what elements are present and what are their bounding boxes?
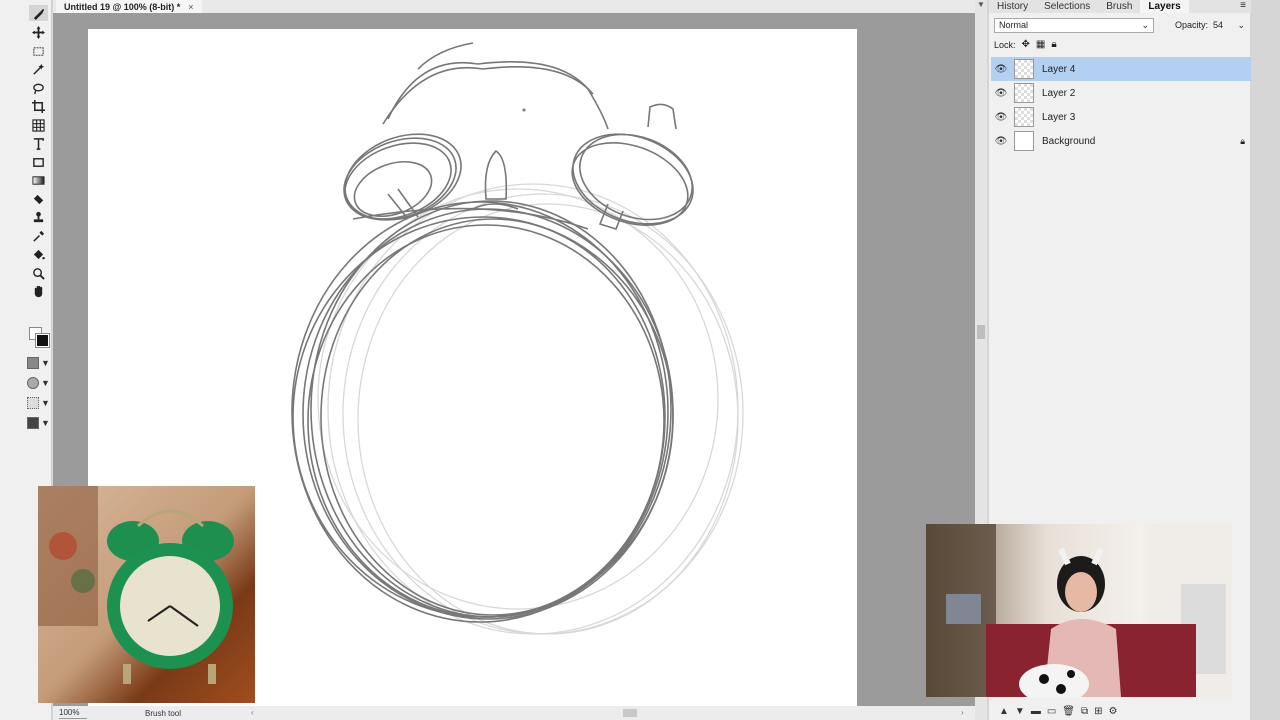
foreground-color-swatch[interactable] [35, 333, 50, 348]
close-icon[interactable]: × [188, 2, 193, 12]
stamp-tool-icon[interactable] [29, 209, 48, 225]
brush-tool-icon[interactable] [29, 5, 48, 21]
move-down-icon[interactable]: ▼ [1015, 706, 1025, 717]
layer-row[interactable]: 👁︎ Background 🔒︎ [991, 129, 1251, 153]
scrollbar-thumb[interactable] [977, 325, 985, 339]
brush-preset-swatch [27, 357, 39, 369]
move-up-icon[interactable]: ▲ [999, 706, 1009, 717]
layer-row[interactable]: 👁︎ Layer 2 [991, 81, 1251, 105]
duplicate-layer-icon[interactable]: ⧉ [1081, 706, 1088, 717]
new-layer-icon[interactable]: ▭ [1047, 706, 1056, 717]
layer-name: Layer 3 [1042, 111, 1076, 123]
eyedropper-tool-icon[interactable] [29, 228, 48, 244]
hand-tool-icon[interactable] [29, 283, 48, 299]
lock-pixels-icon[interactable]: ▦ [1036, 39, 1045, 50]
layers-list: 👁︎ Layer 4 👁︎ Layer 2 👁︎ Layer 3 👁︎ Back… [991, 57, 1251, 153]
blend-mode-select[interactable]: Normal ⌄ [994, 18, 1154, 33]
opacity-label: Opacity: [1175, 20, 1209, 30]
opacity-value: 54 [1213, 20, 1224, 30]
visibility-eye-icon[interactable]: 👁︎ [991, 112, 1011, 123]
tab-brush[interactable]: Brush [1098, 0, 1140, 13]
lock-all-icon[interactable]: 🔒︎ [1051, 39, 1056, 50]
layer-row[interactable]: 👁︎ Layer 3 [991, 105, 1251, 129]
visibility-eye-icon[interactable]: 👁︎ [991, 64, 1011, 75]
zoom-tool-icon[interactable] [29, 265, 48, 281]
grid-tool-icon[interactable] [29, 117, 48, 133]
webcam-feed [926, 524, 1232, 697]
layer-thumbnail [1014, 107, 1034, 127]
brush-preset-option[interactable]: ▼ [27, 356, 51, 370]
eraser-tool-icon[interactable] [29, 191, 48, 207]
chevron-down-icon: ▼ [41, 418, 50, 428]
layer-name: Layer 4 [1042, 63, 1076, 75]
webcam-scene-graphic [926, 524, 1232, 697]
panel-footer: ▲ ▼ ▬ ▭ 🗑︎ ⧉ ⊞ ⚙︎ [989, 702, 1251, 720]
brush-texture-option[interactable]: ▼ [27, 396, 51, 410]
visibility-eye-icon[interactable]: 👁︎ [991, 88, 1011, 99]
brush-mode-swatch [27, 417, 39, 429]
lock-position-icon[interactable]: ✥ [1022, 39, 1030, 50]
document-tab-title: Untitled 19 @ 100% (8-bit) * [64, 1, 181, 12]
brush-mode-option[interactable]: ▼ [27, 416, 51, 430]
tab-selections[interactable]: Selections [1036, 0, 1098, 13]
settings-icon[interactable]: ⚙︎ [1109, 706, 1118, 717]
layer-thumbnail [1014, 83, 1034, 103]
tab-history[interactable]: History [989, 0, 1036, 13]
zoom-level-field[interactable]: 100% [59, 708, 87, 719]
chevron-down-icon: ▼ [41, 378, 50, 388]
text-tool-icon[interactable] [29, 135, 48, 151]
horizontal-scrollbar-thumb[interactable] [623, 709, 637, 717]
chevron-down-icon: ▼ [41, 358, 50, 368]
layer-row[interactable]: 👁︎ Layer 4 [991, 57, 1251, 81]
layer-lock-icon: 🔒︎ [1240, 135, 1245, 146]
status-bar: 100% Brush tool ‹ › [53, 706, 975, 720]
fill-tool-icon[interactable] [29, 246, 48, 262]
alarm-clock-photo-graphic [38, 486, 234, 684]
layer-name: Layer 2 [1042, 87, 1076, 99]
chevron-down-icon: ⌄ [1141, 20, 1149, 30]
brush-texture-swatch [27, 397, 39, 409]
lock-label: Lock: [994, 39, 1016, 50]
new-folder-icon[interactable]: ▬ [1031, 706, 1041, 717]
brush-shape-option[interactable]: ▼ [27, 376, 51, 390]
scroll-right-arrow-icon[interactable]: › [961, 708, 964, 717]
panel-tabs: History Selections Brush Layers [989, 0, 1251, 13]
magic-wand-tool-icon[interactable] [29, 61, 48, 77]
gradient-tool-icon[interactable] [29, 172, 48, 188]
active-tool-label: Brush tool [145, 709, 182, 718]
blend-mode-value: Normal [999, 20, 1029, 30]
layer-name: Background [1042, 135, 1096, 147]
delete-layer-icon[interactable]: 🗑︎ [1062, 706, 1075, 717]
tab-layers[interactable]: Layers [1140, 0, 1189, 13]
merge-layer-icon[interactable]: ⊞ [1094, 706, 1102, 717]
move-tool-icon[interactable] [29, 24, 48, 40]
rect-select-tool-icon[interactable] [29, 43, 48, 59]
opacity-field[interactable]: 54 ⌄ [1209, 18, 1247, 33]
scroll-left-arrow-icon[interactable]: ‹ [251, 708, 254, 717]
chevron-down-icon: ▼ [41, 398, 50, 408]
chevron-down-icon: ⌄ [1237, 20, 1245, 30]
lock-row: Lock: ✥ ▦ 🔒︎ [994, 39, 1057, 50]
layer-thumbnail [1014, 59, 1034, 79]
document-tab-bar: Untitled 19 @ 100% (8-bit) * × [53, 0, 975, 13]
document-tab[interactable]: Untitled 19 @ 100% (8-bit) * × [56, 0, 202, 13]
layer-thumbnail [1014, 131, 1034, 151]
crop-tool-icon[interactable] [29, 98, 48, 114]
panel-menu-icon[interactable]: ≡ [1240, 0, 1246, 11]
shape-tool-icon[interactable] [29, 154, 48, 170]
visibility-eye-icon[interactable]: 👁︎ [991, 136, 1011, 147]
reference-photo-alarm-clock [38, 486, 255, 703]
lasso-tool-icon[interactable] [29, 80, 48, 96]
brush-shape-swatch [27, 377, 39, 389]
scroll-up-arrow-icon[interactable]: ▼ [977, 0, 985, 9]
